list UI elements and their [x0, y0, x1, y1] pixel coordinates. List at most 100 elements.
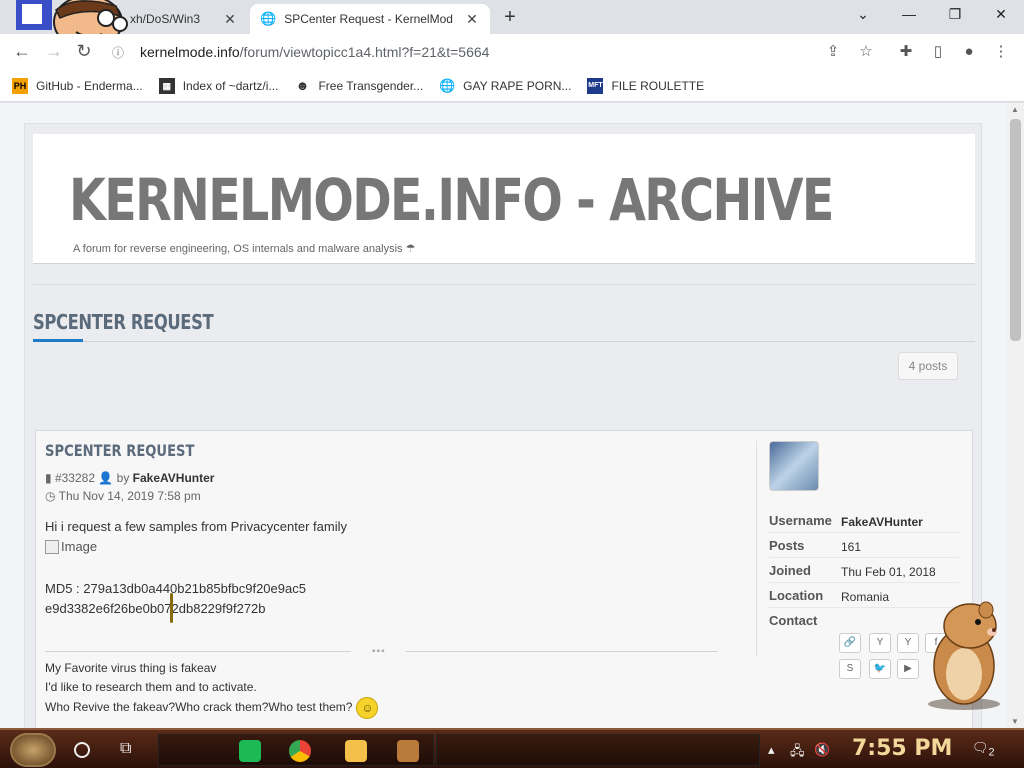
site-description-text: A forum for reverse engineering, OS inte…: [73, 243, 403, 255]
broken-image-icon: [45, 539, 59, 554]
divider: [33, 284, 975, 285]
bookmark-star-icon[interactable]: ☆: [855, 42, 877, 62]
maximize-button[interactable]: ❐: [932, 4, 978, 28]
close-icon[interactable]: ✕: [222, 11, 238, 28]
bookmarks-bar: PH GitHub - Enderma... ▦ Index of ~dartz…: [0, 70, 1024, 102]
location-label: Location: [769, 588, 824, 603]
twitter-icon[interactable]: 🐦: [869, 659, 891, 679]
globe-icon: 🌐: [260, 11, 277, 26]
menu-kebab-icon[interactable]: ⋮: [990, 42, 1012, 62]
close-icon[interactable]: ✕: [464, 11, 480, 28]
image-alt-text: Image: [61, 539, 98, 554]
browser-toolbar: ← → ↻ ⓘ kernelmode.info/forum/viewtopicc…: [0, 34, 1024, 70]
game-app-icon[interactable]: [397, 740, 419, 762]
topic-title[interactable]: SPCENTER REQUEST: [33, 310, 214, 334]
scroll-up-icon[interactable]: ▲: [1011, 105, 1019, 114]
close-window-button[interactable]: ✕: [978, 4, 1024, 28]
username-value[interactable]: FakeAVHunter: [841, 515, 959, 529]
youtube-icon[interactable]: ▶: [897, 659, 919, 679]
bookmark-label: GitHub - Enderma...: [36, 78, 143, 93]
site-header: KERNELMODE.INFO - ARCHIVE A forum for re…: [33, 134, 975, 264]
joined-value: Thu Feb 01, 2018: [841, 565, 936, 579]
extensions-puzzle-icon[interactable]: ✚: [895, 42, 917, 62]
site-description: A forum for reverse engineering, OS inte…: [73, 242, 416, 255]
bookmark-item[interactable]: PH GitHub - Enderma...: [12, 77, 143, 94]
link-icon[interactable]: 🔗: [839, 633, 861, 653]
share-icon[interactable]: ⇪: [822, 42, 844, 62]
broken-image: Image: [45, 539, 97, 554]
network-icon[interactable]: 🖧: [790, 742, 805, 764]
taskbar-clock[interactable]: 7:55 PM: [852, 736, 952, 761]
search-circle-icon[interactable]: [74, 742, 90, 758]
post-author[interactable]: FakeAVHunter: [133, 471, 215, 485]
joined-label: Joined: [769, 563, 811, 578]
username-label: Username: [769, 513, 832, 528]
umbrella-icon: ☂: [405, 243, 416, 255]
info-icon[interactable]: ⓘ: [112, 44, 124, 61]
taskbar-tray-area: [436, 734, 760, 766]
scrollbar-thumb[interactable]: [1010, 119, 1021, 341]
post-id[interactable]: #33282: [55, 471, 95, 485]
forward-arrow-icon[interactable]: →: [42, 40, 66, 64]
md5-line: MD5 : 279a13db0a440b21b85bfbc9f20e9ac5: [45, 581, 306, 596]
bookmark-label: Free Transgender...: [318, 78, 424, 93]
avatar[interactable]: [769, 441, 819, 491]
posts-label: Posts: [769, 538, 805, 553]
signature-line: I'd like to research them and to activat…: [45, 680, 257, 694]
cursor-icon: [170, 593, 173, 623]
taskbar: ⧉ ▴ 🖧 🔇 7:55 PM 🗨2: [0, 728, 1024, 768]
post-date-text: Thu Nov 14, 2019 7:58 pm: [58, 489, 201, 503]
clock-icon: ◷: [45, 489, 56, 503]
bookmark-item[interactable]: MFT FILE ROULETTE: [587, 77, 705, 94]
scroll-down-icon[interactable]: ▼: [1011, 717, 1019, 726]
site-title[interactable]: KERNELMODE.INFO - ARCHIVE: [69, 166, 834, 234]
url-domain: kernelmode.info: [140, 44, 240, 60]
profile-row-joined: Joined Thu Feb 01, 2018: [769, 559, 959, 583]
file-explorer-icon[interactable]: [345, 740, 367, 762]
bookmark-item[interactable]: ☻ Free Transgender...: [294, 78, 424, 94]
topic-title-accent: [33, 339, 83, 342]
folder-favicon-icon: ▦: [158, 77, 175, 94]
posts-count-badge: 4 posts: [898, 352, 958, 380]
signature-separator-icon: ▪▪▪: [372, 646, 386, 657]
address-bar[interactable]: ⓘ kernelmode.info/forum/viewtopicc1a4.ht…: [100, 39, 880, 65]
spotify-app-icon[interactable]: [239, 740, 261, 762]
minimize-button[interactable]: —: [886, 4, 932, 28]
tab-active[interactable]: 🌐 SPCenter Request - KernelMod ✕: [250, 4, 490, 34]
profile-avatar-icon[interactable]: ●: [958, 42, 980, 62]
reload-icon[interactable]: ↻: [72, 40, 96, 64]
smiley-emoji-icon: ☺: [356, 697, 379, 719]
posts-value[interactable]: 161: [841, 540, 959, 554]
signature-line: Who Revive the fakeav?Who crack them?Who…: [45, 697, 379, 719]
by-label: by: [116, 471, 130, 485]
bookmark-item[interactable]: ▦ Index of ~dartz/i...: [158, 77, 279, 94]
pornhub-favicon-icon: PH: [12, 77, 28, 94]
chrome-app-icon[interactable]: [289, 740, 311, 762]
tab-search-icon[interactable]: ⌄: [840, 4, 886, 28]
post-title[interactable]: SPCENTER REQUEST: [45, 441, 194, 460]
bookmark-item[interactable]: 🌐 GAY RAPE PORN...: [439, 78, 571, 94]
profile-row-posts: Posts 161: [769, 534, 959, 558]
side-panel-icon[interactable]: ▯: [927, 42, 949, 62]
notifications-icon[interactable]: 🗨2: [972, 740, 995, 759]
hash-line: e9d3382e6f26be0b072db8229f9f272b: [45, 601, 266, 616]
yahoo-icon[interactable]: Y: [897, 633, 919, 653]
task-view-icon[interactable]: ⧉: [120, 740, 131, 758]
new-tab-button[interactable]: +: [498, 6, 522, 29]
bookmark-label: Index of ~dartz/i...: [182, 78, 279, 93]
user-icon: 👤: [98, 471, 114, 485]
yahoo-icon[interactable]: Y: [869, 633, 891, 653]
tray-chevron-icon[interactable]: ▴: [768, 742, 775, 758]
bookmark-label: FILE ROULETTE: [611, 78, 705, 93]
skype-icon[interactable]: S: [839, 659, 861, 679]
volume-muted-icon[interactable]: 🔇: [814, 742, 830, 758]
bookmark-label: GAY RAPE PORN...: [463, 78, 572, 93]
back-arrow-icon[interactable]: ←: [10, 40, 34, 64]
divider: [33, 341, 975, 342]
signature-text: Who Revive the fakeav?Who crack them?Who…: [45, 700, 353, 715]
mft-favicon-icon: MFT: [587, 77, 604, 94]
post-date: ◷ Thu Nov 14, 2019 7:58 pm: [45, 489, 201, 503]
start-button[interactable]: [10, 733, 56, 767]
page-viewport: KERNELMODE.INFO - ARCHIVE A forum for re…: [0, 103, 1007, 728]
post-body-line: Hi i request a few samples from Privacyc…: [45, 519, 347, 534]
